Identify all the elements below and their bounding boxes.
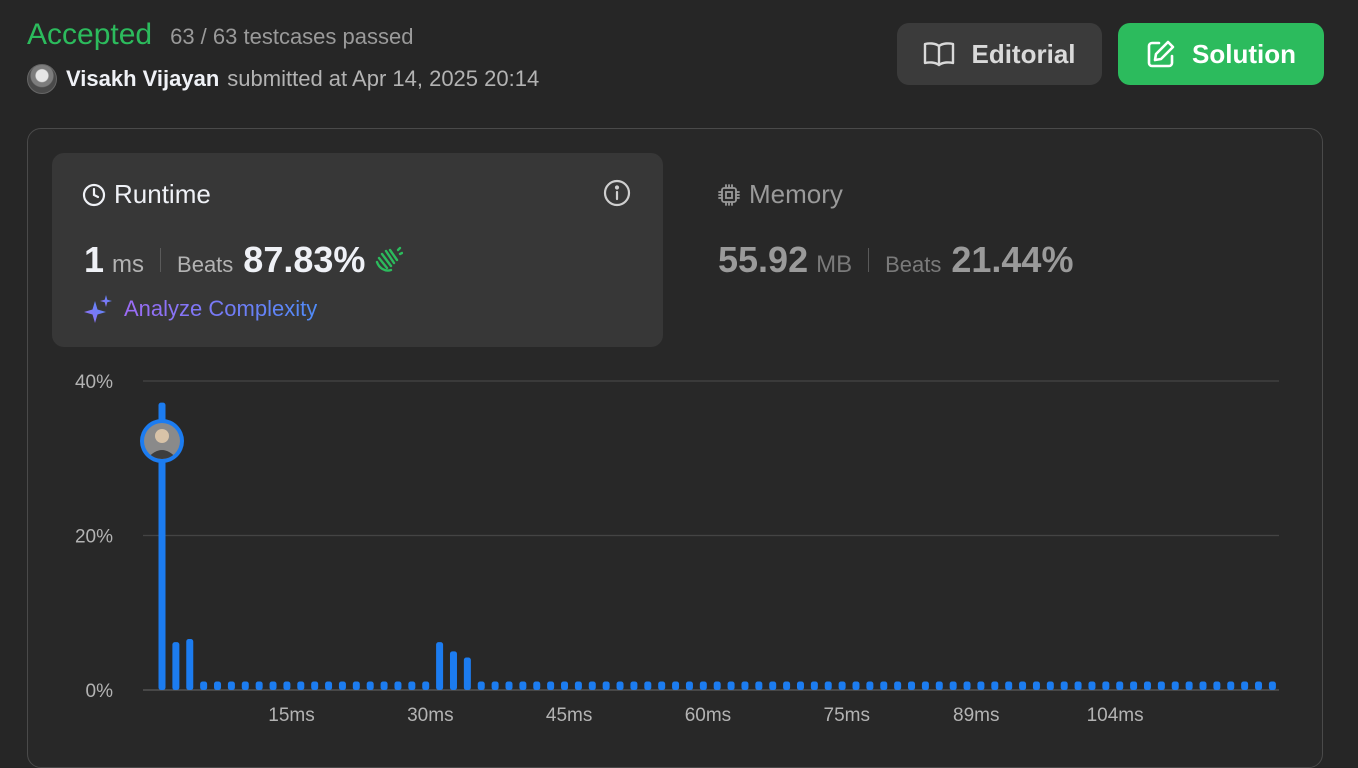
x-tick-label: 75ms xyxy=(824,705,870,726)
chart-bar xyxy=(1130,681,1138,690)
chart-bar xyxy=(755,681,763,690)
chart-bar xyxy=(824,681,832,690)
chart-bar xyxy=(866,681,874,690)
chart-bar xyxy=(436,642,444,690)
chart-bar xyxy=(783,681,791,690)
chart-bar xyxy=(1074,681,1082,690)
chart-bar xyxy=(616,681,624,690)
chart-bar xyxy=(200,681,208,690)
chart-bar xyxy=(1102,681,1110,690)
chart-bar xyxy=(172,642,180,690)
chart-bar xyxy=(1241,681,1249,690)
chart-bar xyxy=(1213,681,1221,690)
chart-bar xyxy=(1019,681,1027,690)
chart-bar xyxy=(394,681,402,690)
chart-bar xyxy=(644,681,652,690)
y-tick-label: 0% xyxy=(86,681,114,702)
chart-bar xyxy=(547,681,555,690)
chart-bar xyxy=(685,681,693,690)
x-tick-label: 30ms xyxy=(407,705,453,726)
chart-bar xyxy=(1268,681,1276,690)
chart-bar xyxy=(505,681,513,690)
chart-bar xyxy=(672,681,680,690)
chart-bar xyxy=(1060,681,1068,690)
chart-bar xyxy=(1046,681,1054,690)
chart-bar xyxy=(949,681,957,690)
chart-bar xyxy=(283,681,291,690)
chart-bar xyxy=(1005,681,1013,690)
chart-bar xyxy=(935,681,943,690)
chart-bar xyxy=(227,681,235,690)
chart-bar xyxy=(214,681,222,690)
chart-bar xyxy=(297,681,305,690)
chart-bar xyxy=(366,681,374,690)
chart-bar xyxy=(894,681,902,690)
x-tick-label: 15ms xyxy=(268,705,314,726)
chart-bar xyxy=(408,681,416,690)
chart-bar xyxy=(491,681,499,690)
chart-bar xyxy=(325,681,333,690)
chart-bar xyxy=(422,681,430,690)
x-tick-label: 89ms xyxy=(953,705,999,726)
chart-bar xyxy=(727,681,735,690)
chart-bar xyxy=(880,681,888,690)
y-tick-label: 40% xyxy=(75,372,113,393)
chart-bar xyxy=(477,681,485,690)
chart-bar xyxy=(241,681,249,690)
chart-bar xyxy=(741,681,749,690)
chart-bar xyxy=(1185,681,1193,690)
chart-bar xyxy=(311,681,319,690)
chart-bar xyxy=(463,657,471,690)
chart-bar xyxy=(602,681,610,690)
chart-bar xyxy=(533,681,541,690)
x-tick-label: 104ms xyxy=(1087,705,1144,726)
chart-bar xyxy=(658,681,666,690)
runtime-distribution-chart: 0% 20% 40% 15ms 30ms 45ms 60ms 75ms 89ms 104ms xyxy=(75,372,1279,726)
chart-bar xyxy=(338,681,346,690)
chart-bar xyxy=(1157,681,1165,690)
chart-bar xyxy=(269,681,277,690)
chart-bar xyxy=(1255,681,1263,690)
chart-bar xyxy=(769,681,777,690)
chart-bar xyxy=(977,681,985,690)
x-tick-label: 45ms xyxy=(546,705,592,726)
chart-bar xyxy=(852,681,860,690)
chart-bar xyxy=(630,681,638,690)
chart-bar xyxy=(255,681,263,690)
chart-bar xyxy=(519,681,527,690)
chart-bar xyxy=(380,681,388,690)
chart-bar xyxy=(699,681,707,690)
chart-bar xyxy=(1171,681,1179,690)
chart-bar xyxy=(588,681,596,690)
chart-bar xyxy=(186,639,194,690)
chart-bar xyxy=(713,681,721,690)
chart-bar xyxy=(991,681,999,690)
chart-bar xyxy=(810,681,818,690)
chart-bar xyxy=(561,681,569,690)
x-tick-label: 60ms xyxy=(685,705,731,726)
chart-bar xyxy=(1116,681,1124,690)
chart-bar xyxy=(1143,681,1151,690)
y-tick-label: 20% xyxy=(75,527,113,548)
chart-bar xyxy=(838,681,846,690)
chart-bar xyxy=(352,681,360,690)
chart-bar xyxy=(1088,681,1096,690)
chart-bar xyxy=(1032,681,1040,690)
chart-bar xyxy=(921,681,929,690)
chart-bar xyxy=(1199,681,1207,690)
avatar-face xyxy=(155,429,169,443)
chart-bar xyxy=(963,681,971,690)
chart-bar xyxy=(449,651,457,690)
your-submission-avatar xyxy=(140,419,184,463)
chart-bar xyxy=(574,681,582,690)
chart-bar xyxy=(1227,681,1235,690)
chart-bar xyxy=(796,681,804,690)
chart-bar xyxy=(908,681,916,690)
